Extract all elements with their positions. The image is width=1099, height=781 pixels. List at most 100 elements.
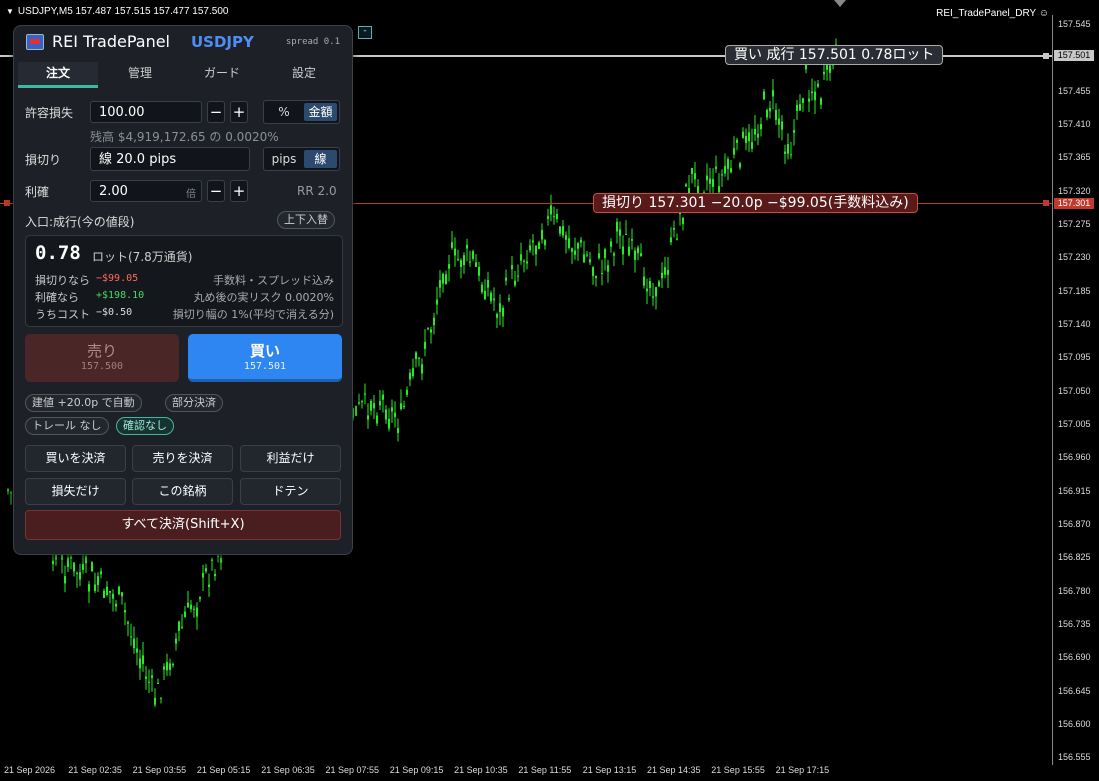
candle-body <box>490 292 492 302</box>
candle-body <box>781 121 783 130</box>
candle-body <box>664 267 666 275</box>
minimize-button[interactable]: - <box>358 26 372 39</box>
candle-body <box>514 280 516 286</box>
tab-order[interactable]: 注文 <box>18 62 98 88</box>
candle-body <box>112 593 114 599</box>
risk-input[interactable]: 100.00 <box>90 101 202 123</box>
candle-body <box>169 663 171 670</box>
candle-body <box>442 273 444 284</box>
candle-body <box>706 175 708 181</box>
panel-header[interactable]: REI TradePanel USDJPY spread 0.1 <box>14 26 352 60</box>
candle-body <box>160 697 162 699</box>
buy-line-handle-right[interactable] <box>1043 53 1049 59</box>
candle-body <box>355 405 357 416</box>
candle-body <box>604 249 606 258</box>
time-tick-label: 21 Sep 13:15 <box>582 765 637 775</box>
risk-mode-percent[interactable]: % <box>266 103 302 121</box>
risk-minus-button[interactable]: − <box>207 101 225 123</box>
sl-input[interactable]: 線 20.0 pips <box>90 147 250 171</box>
candle-body <box>370 400 372 411</box>
candle-body <box>202 573 204 578</box>
tp-minus-button[interactable]: − <box>207 180 225 202</box>
sl-label: 損切り <box>25 153 62 167</box>
candle-body <box>379 401 381 406</box>
tab-settings[interactable]: 設定 <box>264 62 344 88</box>
sell-button[interactable]: 売り 157.500 <box>25 334 179 382</box>
reverse-button[interactable]: ドテン <box>240 478 341 505</box>
close-profits-button[interactable]: 利益だけ <box>240 445 341 472</box>
candle-body <box>382 394 384 400</box>
candle-body <box>133 638 135 649</box>
candle-body <box>124 610 126 613</box>
close-sells-button[interactable]: 売りを決済 <box>132 445 233 472</box>
breakeven-pill[interactable]: 建値 +20.0p で自動 <box>25 394 142 412</box>
candle-body <box>463 255 465 266</box>
dropdown-triangle-icon[interactable]: ▼ <box>6 7 14 16</box>
sl-line-handle-left[interactable] <box>4 200 10 206</box>
sl-mode-line[interactable]: 線 <box>304 150 337 168</box>
candle-body <box>661 272 663 279</box>
candle-body <box>589 259 591 263</box>
close-all-button[interactable]: すべて決済(Shift+X) <box>25 510 341 540</box>
candle-body <box>220 557 222 563</box>
buy-button[interactable]: 買い 157.501 <box>188 334 342 382</box>
smiley-icon: ☺ <box>1038 8 1049 19</box>
cost-label: うちコスト <box>35 308 90 321</box>
candle-body <box>412 368 414 377</box>
price-tick-label: 156.960 <box>1058 452 1091 462</box>
app-logo-icon <box>26 34 44 50</box>
price-axis-line <box>1052 15 1053 765</box>
price-tick-label: 156.915 <box>1058 486 1091 496</box>
time-tick-label: 21 Sep 17:15 <box>775 765 830 775</box>
price-tick-label: 157.365 <box>1058 152 1091 162</box>
candle-body <box>610 241 612 247</box>
candle-body <box>103 590 105 599</box>
risk-mode-amount[interactable]: 金額 <box>304 103 337 121</box>
risk-plus-button[interactable]: + <box>230 101 248 123</box>
candle-body <box>193 608 195 610</box>
candle-body <box>208 584 210 587</box>
candle-body <box>145 676 147 679</box>
sl-line-handle-right[interactable] <box>1043 200 1049 206</box>
price-tick-label: 156.600 <box>1058 719 1091 729</box>
trade-panel[interactable]: REI TradePanel USDJPY spread 0.1 注文 管理 ガ… <box>13 25 353 555</box>
candle-body <box>736 139 738 143</box>
candle-body <box>388 418 390 429</box>
sl-mode-pips[interactable]: pips <box>266 150 302 168</box>
close-buys-button[interactable]: 買いを決済 <box>25 445 126 472</box>
trailing-pill[interactable]: トレール なし <box>25 417 109 435</box>
candle-body <box>754 128 756 135</box>
profit-note: 丸め後の実リスク 0.0020% <box>193 291 334 304</box>
candle-body <box>415 352 417 360</box>
candle-body <box>550 205 552 215</box>
candle-body <box>712 179 714 187</box>
price-tick-label: 157.410 <box>1058 119 1091 129</box>
close-symbol-button[interactable]: この銘柄 <box>132 478 233 505</box>
candle-body <box>85 556 87 564</box>
tab-guard[interactable]: ガード <box>182 62 262 88</box>
candle-body <box>82 564 84 570</box>
tab-manage[interactable]: 管理 <box>100 62 180 88</box>
partial-close-pill[interactable]: 部分決済 <box>165 394 223 412</box>
sell-label: 売り <box>86 342 117 360</box>
candle-body <box>598 253 600 259</box>
candle-body <box>97 576 99 586</box>
candle-body <box>529 245 531 251</box>
candle-body <box>646 288 648 292</box>
candle-body <box>457 259 459 261</box>
candle-body <box>559 226 561 234</box>
profit-value: +$198.10 <box>96 290 145 301</box>
swap-button[interactable]: 上下入替 <box>277 211 335 229</box>
candle-body <box>814 91 816 101</box>
candle-body <box>829 65 831 73</box>
price-tick-label: 157.050 <box>1058 386 1091 396</box>
confirm-pill[interactable]: 確認なし <box>116 417 174 435</box>
candle-body <box>652 296 654 298</box>
ea-name: REI_TradePanel_DRY <box>936 8 1036 19</box>
candle-body <box>541 229 543 240</box>
tp-plus-button[interactable]: + <box>230 180 248 202</box>
close-losses-button[interactable]: 損失だけ <box>25 478 126 505</box>
price-tick-label: 157.005 <box>1058 419 1091 429</box>
candle-body <box>520 254 522 261</box>
candle-body <box>769 108 771 112</box>
